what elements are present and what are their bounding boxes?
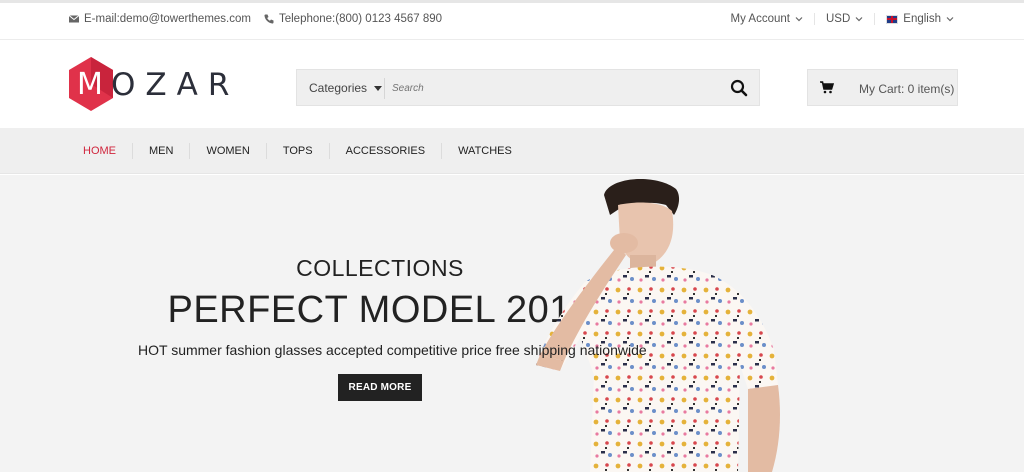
- chevron-down-icon: [946, 17, 954, 22]
- top-bar: E-mail:demo@towerthemes.com Telephone:(8…: [0, 0, 1024, 40]
- cart-button[interactable]: My Cart: 0 item(s): [807, 69, 958, 106]
- search-bar: Categories: [296, 69, 760, 106]
- search-divider: [384, 78, 385, 99]
- search-icon[interactable]: [729, 78, 749, 98]
- categories-label: Categories: [309, 81, 368, 95]
- page: E-mail:demo@towerthemes.com Telephone:(8…: [0, 0, 1024, 472]
- email-text: E-mail:demo@towerthemes.com: [84, 13, 251, 25]
- currency-label: USD: [826, 13, 851, 25]
- logo[interactable]: M OZAR: [67, 56, 237, 112]
- top-bar-menus: My Account USD English: [720, 13, 954, 25]
- search-input[interactable]: [392, 76, 712, 100]
- chevron-down-icon: [855, 17, 863, 22]
- read-more-button[interactable]: READ MORE: [338, 374, 422, 401]
- phone-text: Telephone:(800) 0123 4567 890: [278, 13, 443, 25]
- nav-item-watches[interactable]: WATCHES: [441, 143, 528, 159]
- uk-flag-icon: [886, 14, 899, 24]
- chevron-down-icon: [795, 17, 803, 22]
- email-item[interactable]: E-mail:demo@towerthemes.com: [68, 13, 251, 25]
- contact-info: E-mail:demo@towerthemes.com Telephone:(8…: [68, 13, 442, 25]
- model-image: [536, 178, 780, 472]
- main-nav: HOME MEN WOMEN TOPS ACCESSORIES WATCHES: [0, 128, 1024, 174]
- phone-item[interactable]: Telephone:(800) 0123 4567 890: [263, 13, 442, 25]
- nav-item-accessories[interactable]: ACCESSORIES: [328, 143, 441, 159]
- my-account-label: My Account: [730, 13, 790, 25]
- hero-banner: COLLECTIONS PERFECT MODEL 2015 HOT summe…: [0, 175, 1024, 472]
- header: M OZAR Categories My Cart: 0 item(s): [0, 40, 1024, 128]
- hero-description: HOT summer fashion glasses accepted comp…: [138, 342, 647, 358]
- categories-dropdown[interactable]: Categories: [309, 81, 383, 95]
- nav-item-tops[interactable]: TOPS: [265, 143, 329, 159]
- phone-icon: [264, 14, 274, 24]
- nav-item-home[interactable]: HOME: [68, 143, 132, 159]
- shopping-cart-icon: [820, 81, 834, 94]
- language-label: English: [903, 13, 941, 25]
- currency-dropdown[interactable]: USD: [814, 13, 874, 25]
- caret-down-icon: [374, 85, 383, 91]
- my-account-dropdown[interactable]: My Account: [720, 13, 814, 25]
- nav-item-women[interactable]: WOMEN: [189, 143, 265, 159]
- nav-item-men[interactable]: MEN: [132, 143, 189, 159]
- envelope-icon: [68, 15, 80, 23]
- cart-label: My Cart: 0 item(s): [859, 82, 955, 96]
- language-dropdown[interactable]: English: [874, 13, 954, 25]
